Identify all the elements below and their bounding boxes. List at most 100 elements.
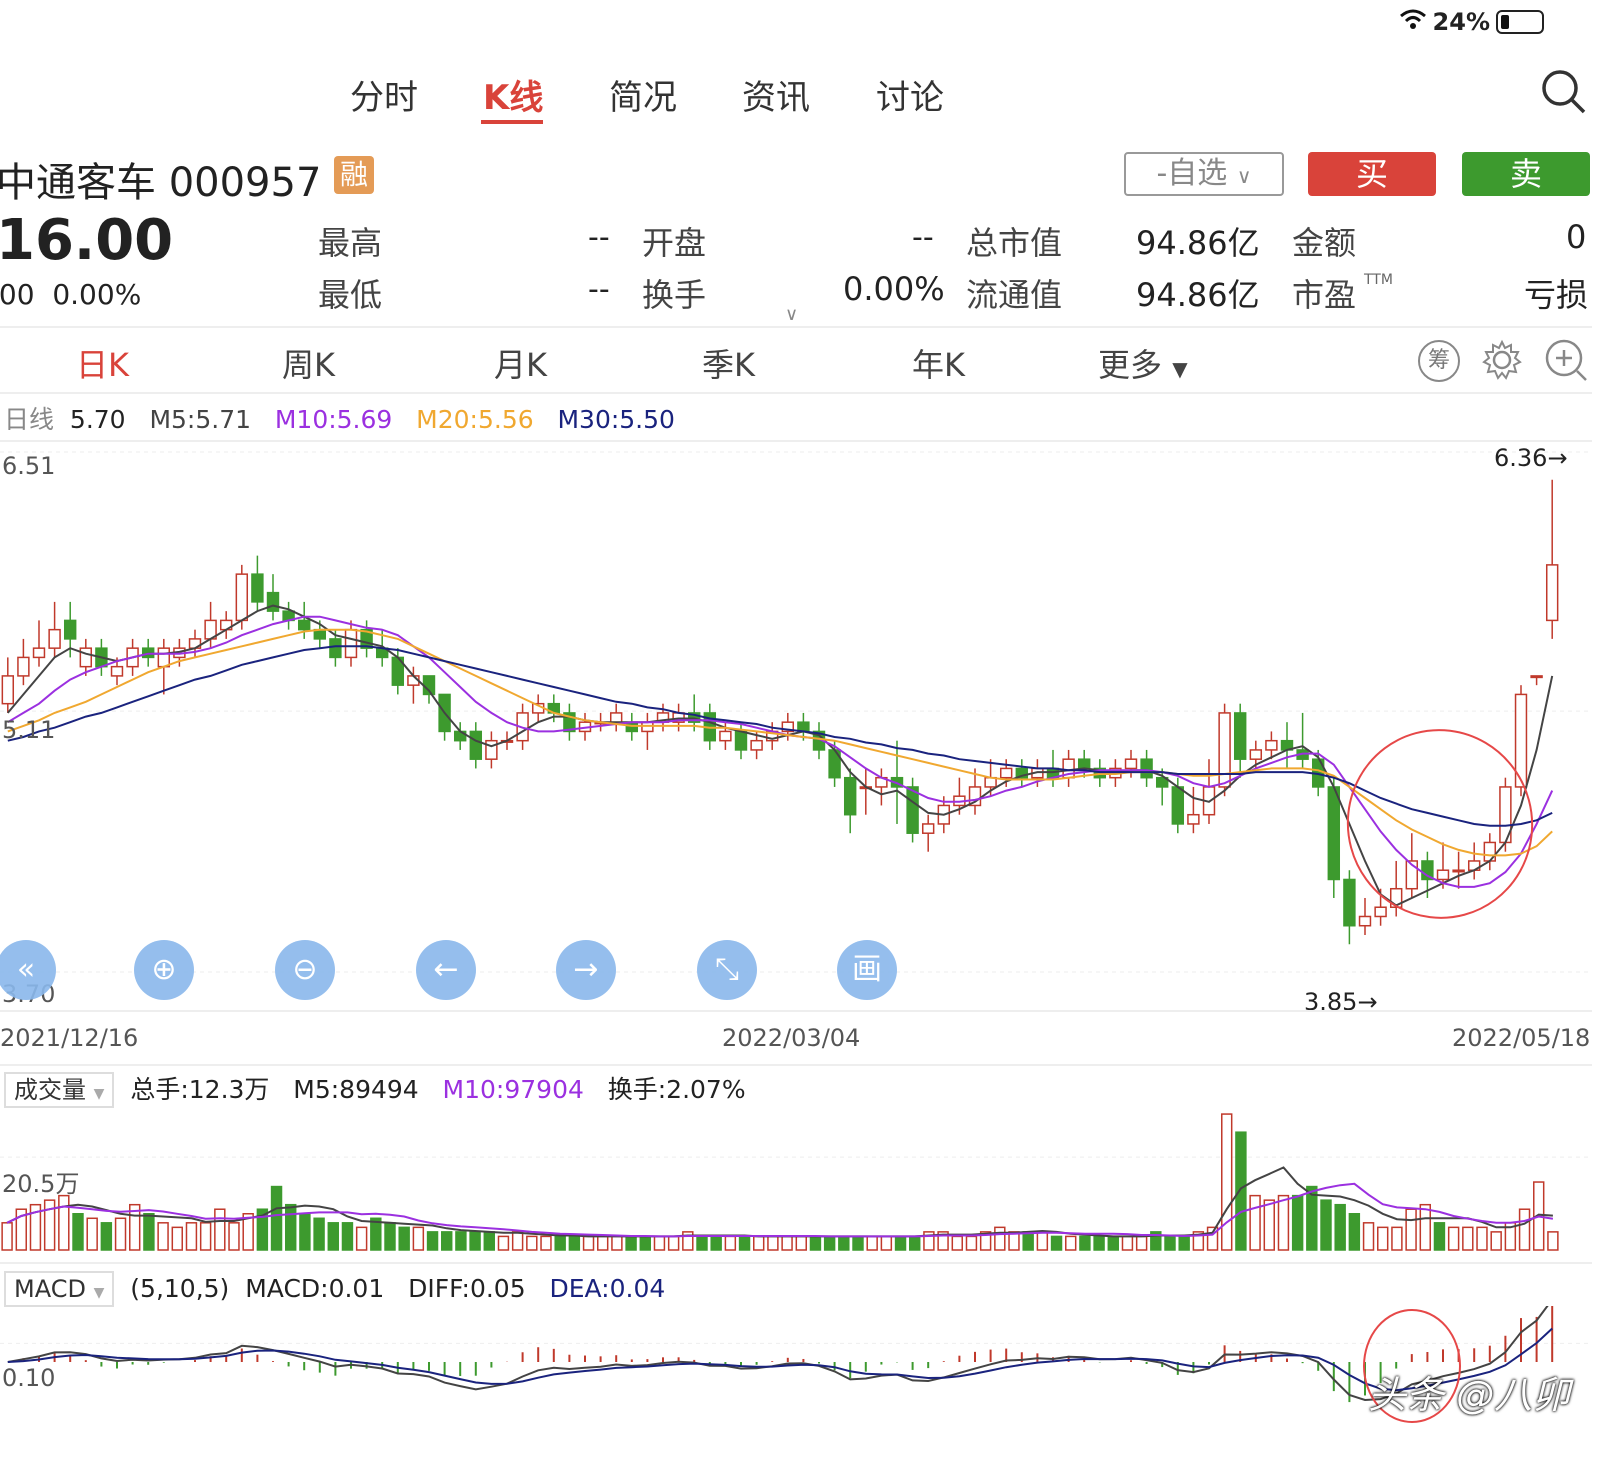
candle-body	[1124, 758, 1138, 770]
volume-bar	[1235, 1131, 1247, 1251]
macd-dea-line	[7, 1327, 1553, 1392]
candlestick-chart[interactable]	[0, 442, 1592, 1010]
volume-bar	[823, 1235, 836, 1251]
volume-bar	[1547, 1231, 1559, 1251]
volume-bar	[965, 1235, 978, 1251]
chevron-down-icon: ∨	[1236, 164, 1252, 188]
volume-bar	[398, 1226, 410, 1251]
macd-selector-label: MACD	[14, 1275, 86, 1303]
period-high-marker: 6.36→	[1494, 444, 1568, 472]
candle-body	[48, 628, 61, 649]
volume-bar	[838, 1235, 850, 1251]
macd-chart[interactable]	[0, 1306, 1592, 1456]
volume-bar	[540, 1235, 552, 1251]
sell-button[interactable]: 卖	[1462, 152, 1590, 196]
arrow-right-icon[interactable]: →	[556, 940, 616, 1000]
price-change: .00 0.00%	[0, 278, 141, 311]
amount-label: 金额	[1292, 224, 1357, 262]
watchlist-button[interactable]: -自选 ∨	[1124, 152, 1284, 196]
volume-bar	[143, 1213, 155, 1251]
ma-legend: 日线 5.70 M5:5.71 M10:5.69 M20:5.56 M30:5.…	[4, 400, 675, 436]
candle-body	[79, 647, 93, 668]
expand-chevron-icon[interactable]: ∨	[785, 304, 798, 325]
volume-bar	[611, 1235, 623, 1251]
candle-body	[750, 739, 763, 751]
volume-bar	[597, 1235, 609, 1251]
ma20-value: M20:5.56	[416, 405, 534, 434]
volume-bar	[1306, 1185, 1318, 1251]
volume-bar	[568, 1235, 581, 1251]
volume-bar	[497, 1235, 510, 1251]
volume-bar	[696, 1235, 708, 1251]
volume-bar	[894, 1235, 907, 1251]
tab-zixun[interactable]: 资讯	[742, 70, 810, 119]
search-icon[interactable]	[1540, 68, 1588, 120]
expand-icon[interactable]: ⤡	[697, 940, 757, 1000]
x-label-end: 2022/05/18	[1452, 1024, 1591, 1052]
volume-bar	[753, 1235, 765, 1251]
ktab-monthly[interactable]: 月K	[494, 340, 547, 386]
volume-bar	[199, 1222, 212, 1251]
volume-bar	[1065, 1235, 1077, 1251]
volume-bar	[653, 1235, 666, 1251]
x-label-start: 2021/12/16	[0, 1024, 139, 1052]
volume-chart[interactable]	[0, 1100, 1592, 1258]
divider	[0, 1064, 1592, 1066]
ktab-daily[interactable]: 日K	[76, 340, 129, 386]
volume-y-tick: 20.5万	[2, 1170, 80, 1198]
pe-label: 市盈	[1292, 276, 1357, 314]
tab-taolun[interactable]: 讨论	[876, 70, 944, 119]
tab-kline[interactable]: K线	[483, 70, 543, 119]
ktab-quarterly[interactable]: 季K	[702, 340, 755, 386]
ktab-more[interactable]: 更多 ▼	[1098, 340, 1188, 386]
chip-distribution-icon[interactable]: 筹	[1418, 340, 1460, 382]
macd-y-tick: 0.10	[2, 1364, 56, 1392]
candle-body	[921, 823, 935, 834]
candle-body	[1077, 758, 1091, 770]
candle-body	[1327, 786, 1341, 881]
tab-jiankuang[interactable]: 简况	[609, 70, 677, 119]
volume-bar	[1476, 1226, 1488, 1251]
status-bar: 24%	[1399, 8, 1544, 36]
candle-body	[266, 591, 280, 612]
high-label: 最高	[318, 224, 383, 262]
zoom-in-control-icon[interactable]: ⊕	[134, 940, 194, 1000]
gear-icon[interactable]	[1480, 338, 1524, 386]
candle-body	[1452, 869, 1465, 873]
volume-bar	[185, 1222, 198, 1251]
volume-bar	[738, 1235, 751, 1251]
volume-bar	[114, 1217, 127, 1251]
buy-button[interactable]: 买	[1308, 152, 1436, 196]
volume-bar	[1079, 1235, 1091, 1251]
candle-body	[1436, 869, 1450, 881]
candle-body	[999, 767, 1013, 779]
arrow-left-icon[interactable]: ←	[416, 940, 476, 1000]
candle-body	[1187, 813, 1200, 825]
y-tick-high: 6.51	[2, 452, 56, 480]
volume-bar	[1362, 1222, 1375, 1251]
candle-body	[1358, 915, 1372, 927]
volume-bar	[384, 1222, 396, 1251]
volume-bar	[1334, 1203, 1346, 1251]
pe-ttm-sup: TTM	[1364, 272, 1393, 288]
ktab-weekly[interactable]: 周K	[282, 340, 335, 386]
volume-bar	[1291, 1194, 1304, 1251]
volume-bar	[285, 1203, 297, 1251]
ktab-yearly[interactable]: 年K	[912, 340, 965, 386]
volume-bar	[866, 1235, 878, 1251]
volume-bar	[1249, 1194, 1261, 1251]
candle-body	[1530, 675, 1543, 679]
macd-selector[interactable]: MACD ▼	[4, 1271, 115, 1307]
battery-icon	[1496, 10, 1544, 34]
candle-body	[485, 739, 498, 760]
tab-fenshi[interactable]: 分时	[350, 70, 418, 119]
divider	[0, 1262, 1592, 1264]
volume-bar	[1348, 1213, 1361, 1251]
candle-body	[17, 656, 30, 677]
draw-tool-icon[interactable]: 画	[837, 940, 897, 1000]
candle-body	[469, 730, 483, 760]
candle-body	[1483, 841, 1497, 862]
zoom-in-icon[interactable]	[1544, 338, 1590, 388]
zoom-out-control-icon[interactable]: ⊖	[275, 940, 335, 1000]
amount-value: 0	[1566, 218, 1587, 256]
